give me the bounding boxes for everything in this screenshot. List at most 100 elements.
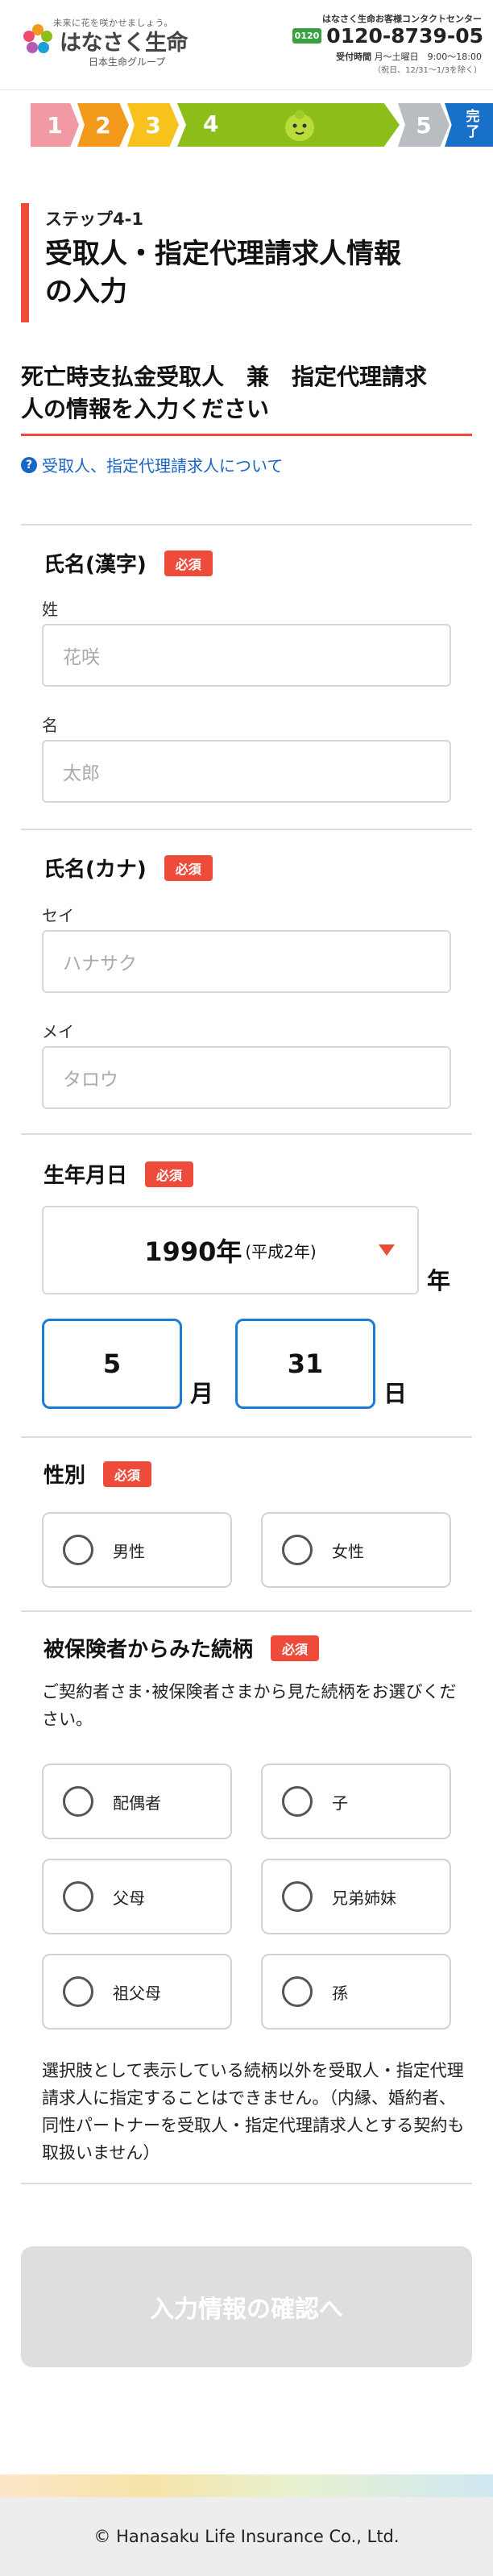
question-icon: ? xyxy=(21,456,37,473)
step-number: 5 xyxy=(416,111,432,139)
birth-year-select[interactable]: 1990年 (平成2年) xyxy=(42,1206,419,1294)
section-heading: 死亡時支払金受取人 兼 指定代理請求 人の情報を入力ください xyxy=(21,361,472,436)
group-label: 日本生命グループ xyxy=(89,56,166,68)
relationship-description: ご契約者さま･被保険者さまから見た続柄をお選びください。 xyxy=(42,1682,457,1729)
radio-button-icon xyxy=(282,1786,313,1817)
phone-number[interactable]: 0120 0120-8739-05 xyxy=(292,24,483,48)
gender-label: 性別 必須 xyxy=(44,1459,152,1489)
last-name-kanji-input[interactable]: 花咲 xyxy=(42,624,451,687)
hours-text: 月～土曜日 9:00～18:00 xyxy=(374,52,482,62)
birth-month-input[interactable]: 5 xyxy=(42,1319,182,1409)
divider xyxy=(21,2183,472,2184)
gender-option-male[interactable]: 男性 xyxy=(42,1512,232,1588)
last-name-label: 姓 xyxy=(42,600,58,619)
progress-step-2: 2 xyxy=(77,103,129,147)
radio-button-icon xyxy=(282,1535,313,1565)
hours-note: （祝日、12/31～1/3を除く） xyxy=(373,66,482,75)
about-link-text: 受取人、指定代理請求人について xyxy=(42,456,284,476)
first-name-kana-input[interactable]: タロウ xyxy=(42,1046,451,1109)
relationship-option-grandchild[interactable]: 孫 xyxy=(261,1954,451,2030)
gender-option-label: 女性 xyxy=(332,1541,364,1561)
radio-button-icon xyxy=(63,1535,93,1565)
hours-label: 受付時間 xyxy=(336,52,372,62)
contact-center-title: はなさく生命お客様コンタクトセンター xyxy=(322,14,482,24)
step-number: 2 xyxy=(95,111,111,139)
page-title-block: ステップ4-1 受取人・指定代理請求人情報 の入力 xyxy=(21,203,472,322)
relationship-option-label: 祖父母 xyxy=(113,1983,161,2003)
progress-step-4-current: 4 xyxy=(177,103,400,147)
divider xyxy=(21,524,472,526)
gender-option-female[interactable]: 女性 xyxy=(261,1512,451,1588)
name-kanji-label-text: 氏名(漢字) xyxy=(44,553,147,577)
relationship-label: 被保険者からみた続柄 必須 xyxy=(44,1633,320,1663)
page-title-line-2: の入力 xyxy=(45,276,127,308)
complete-label-1: 完 xyxy=(466,109,480,125)
required-badge: 必須 xyxy=(164,854,213,881)
month-unit: 月 xyxy=(190,1380,214,1407)
first-name-kanji-input[interactable]: 太郎 xyxy=(42,740,451,803)
confirm-input-button[interactable]: 入力情報の確認へ xyxy=(21,2246,472,2367)
name-kana-label-text: 氏名(カナ) xyxy=(44,858,147,882)
business-hours: 受付時間 月～土曜日 9:00～18:00 xyxy=(336,50,482,63)
radio-button-icon xyxy=(282,1976,313,2007)
last-name-kana-input[interactable]: ハナサク xyxy=(42,930,451,993)
footer: © Hanasaku Life Insurance Co., Ltd. xyxy=(0,2497,493,2576)
step-progress-bar: 1 2 3 4 5 完 了 xyxy=(31,103,493,147)
relationship-option-grandparent[interactable]: 祖父母 xyxy=(42,1954,232,2030)
page-title: 受取人・指定代理請求人情報 の入力 xyxy=(45,235,472,311)
divider xyxy=(21,829,472,830)
page-title-line-1: 受取人・指定代理請求人情報 xyxy=(45,238,401,270)
day-unit: 日 xyxy=(383,1380,408,1407)
dropdown-arrow-icon xyxy=(379,1244,395,1256)
required-badge: 必須 xyxy=(103,1460,152,1487)
name-kanji-label: 氏名(漢字) 必須 xyxy=(44,548,213,578)
birthdate-label: 生年月日 必須 xyxy=(44,1159,194,1189)
relationship-option-sibling[interactable]: 兄弟姉妹 xyxy=(261,1859,451,1934)
gender-option-label: 男性 xyxy=(113,1541,145,1561)
divider xyxy=(21,1610,472,1612)
step-number: 3 xyxy=(145,111,161,139)
progress-step-3: 3 xyxy=(127,103,179,147)
divider xyxy=(21,1436,472,1438)
section-heading-line-2: 人の情報を入力ください xyxy=(21,396,270,422)
relationship-option-label: 孫 xyxy=(332,1983,348,2003)
radio-button-icon xyxy=(282,1881,313,1912)
free-dial-icon: 0120 xyxy=(292,28,322,44)
company-name[interactable]: はなさく生命 xyxy=(60,25,188,56)
birthdate-label-text: 生年月日 xyxy=(44,1164,128,1188)
first-name-label: 名 xyxy=(42,716,58,735)
relationship-option-spouse[interactable]: 配偶者 xyxy=(42,1764,232,1839)
relationship-option-label: 父母 xyxy=(113,1888,145,1908)
radio-button-icon xyxy=(63,1786,93,1817)
first-name-kana-label: メイ xyxy=(42,1022,74,1041)
year-unit: 年 xyxy=(427,1267,451,1294)
divider xyxy=(21,1133,472,1135)
progress-step-5: 5 xyxy=(398,103,450,147)
relationship-option-child[interactable]: 子 xyxy=(261,1764,451,1839)
radio-button-icon xyxy=(63,1976,93,2007)
step-number: 1 xyxy=(47,111,63,139)
mascot-icon xyxy=(285,110,314,141)
complete-label-2: 了 xyxy=(466,124,480,140)
phone-number-text: 0120-8739-05 xyxy=(326,24,483,48)
relationship-note: 選択肢として表示している続柄以外を受取人・指定代理請求人に指定することはできませ… xyxy=(42,2061,465,2163)
radio-button-icon xyxy=(63,1881,93,1912)
birth-year-value: 1990年 xyxy=(144,1236,242,1267)
flower-logo-icon[interactable] xyxy=(21,23,55,56)
site-header: 未来に花を咲かせましょう。 はなさく生命 日本生命グループ はなさく生命お客様コ… xyxy=(0,0,493,90)
birth-day-input[interactable]: 31 xyxy=(235,1319,375,1409)
progress-step-1: 1 xyxy=(31,103,79,147)
step-number: 4 xyxy=(203,110,219,137)
relationship-option-parent[interactable]: 父母 xyxy=(42,1859,232,1934)
copyright-text: © Hanasaku Life Insurance Co., Ltd. xyxy=(93,2527,400,2546)
gender-label-text: 性別 xyxy=(44,1464,86,1488)
footer-decoration xyxy=(0,2474,493,2497)
required-badge: 必須 xyxy=(164,550,213,576)
relationship-label-text: 被保険者からみた続柄 xyxy=(44,1638,254,1662)
name-kana-label: 氏名(カナ) 必須 xyxy=(44,853,213,883)
section-heading-line-1: 死亡時支払金受取人 兼 指定代理請求 xyxy=(21,364,428,390)
relationship-option-label: 兄弟姉妹 xyxy=(332,1888,396,1908)
about-beneficiary-link[interactable]: ? 受取人、指定代理請求人について xyxy=(21,453,283,476)
required-badge: 必須 xyxy=(145,1161,194,1187)
last-name-kana-label: セイ xyxy=(42,906,74,925)
